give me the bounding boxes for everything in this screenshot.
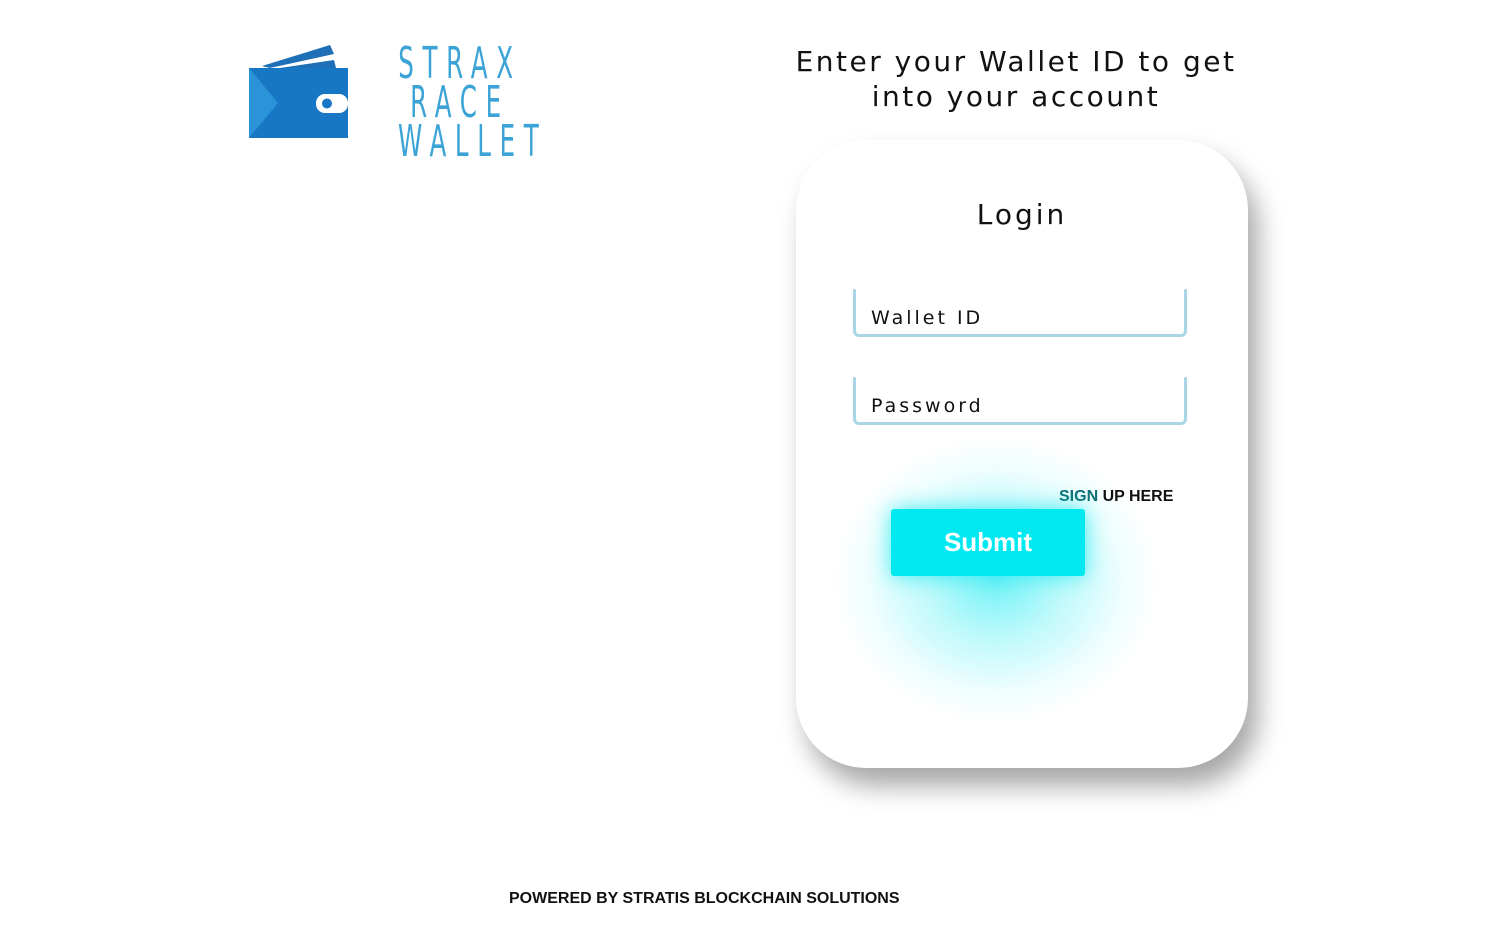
- wallet-id-field-container: [853, 289, 1187, 337]
- wallet-id-input[interactable]: [856, 292, 1184, 334]
- submit-glow: [836, 440, 1156, 720]
- wallet-icon: [249, 45, 348, 138]
- page-headline: Enter your Wallet ID to get into your ac…: [760, 44, 1272, 114]
- login-card: Login SIGN UP HERE Submit: [796, 140, 1248, 768]
- submit-button[interactable]: Submit: [891, 509, 1085, 576]
- brand-wordmark: STRAX RACE WALLET: [360, 42, 560, 167]
- brand-logo: STRAX RACE WALLET: [248, 42, 568, 169]
- sign-up-link-prefix: SIGN: [1059, 488, 1099, 505]
- sign-up-link[interactable]: SIGN UP HERE: [1059, 488, 1173, 506]
- login-title: Login: [976, 198, 1068, 231]
- sign-up-link-rest: UP HERE: [1098, 488, 1174, 505]
- password-input[interactable]: [856, 380, 1184, 422]
- password-field-container: [853, 377, 1187, 425]
- footer-powered-by: POWERED BY STRATIS BLOCKCHAIN SOLUTIONS: [509, 890, 900, 907]
- logo-line-3: WALLET: [398, 116, 548, 167]
- headline-line-2: into your account: [871, 80, 1161, 113]
- headline-line-1: Enter your Wallet ID to get: [795, 45, 1237, 78]
